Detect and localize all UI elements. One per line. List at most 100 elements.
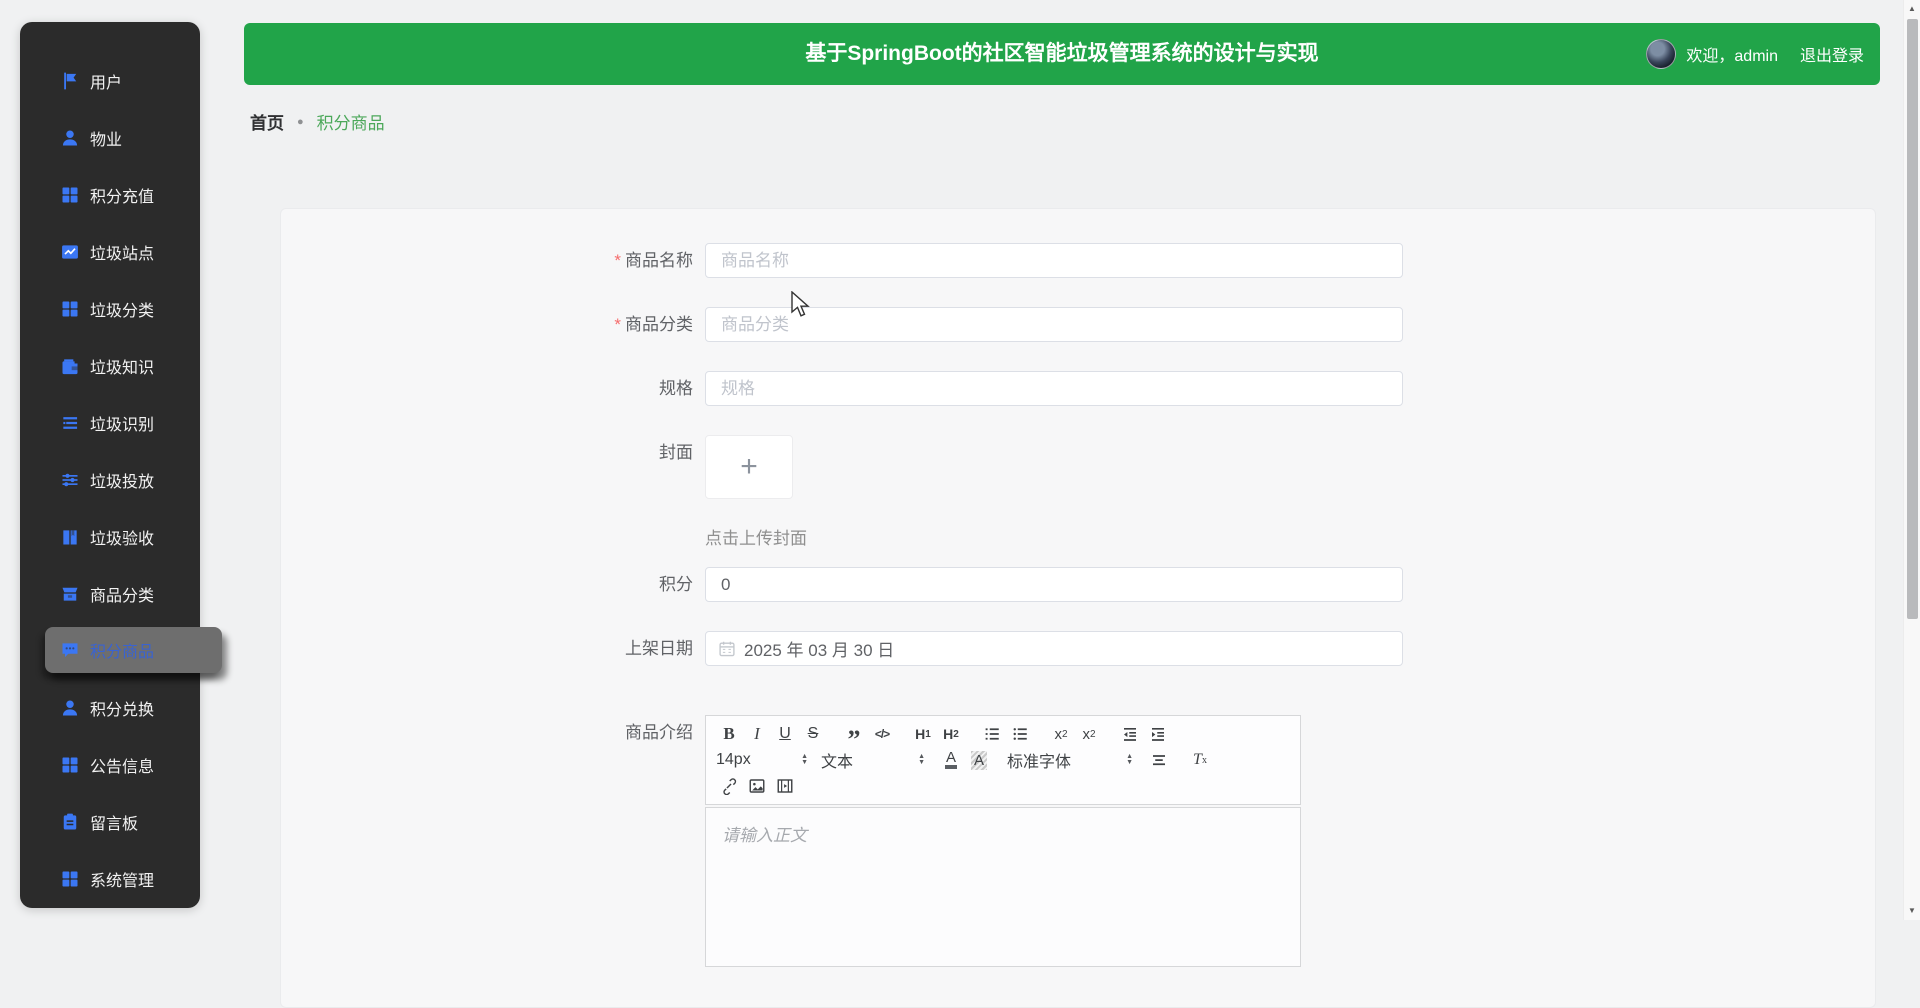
font-size-select[interactable]: 14px ▲ ▼ — [716, 751, 808, 769]
sidebar-item-garbage-category[interactable]: 垃圾分类 — [20, 280, 200, 337]
header-bar: 基于SpringBoot的社区智能垃圾管理系统的设计与实现 欢迎，admin 退… — [244, 23, 1880, 85]
sidebar-item-label: 留言板 — [90, 815, 139, 833]
font-family-select[interactable]: 标准字体 ▲ ▼ — [1007, 748, 1133, 772]
category-label: * 商品分类 — [614, 315, 693, 334]
clear-format-button[interactable]: Tx — [1187, 748, 1213, 772]
text-color-button[interactable]: A — [944, 750, 957, 769]
scroll-down-icon[interactable]: ▼ — [1904, 904, 1920, 918]
points-input[interactable] — [705, 567, 1403, 602]
header1-button[interactable]: H1 — [910, 722, 936, 746]
product-category-input[interactable] — [705, 307, 1403, 342]
sidebar-item-system-management[interactable]: 系统管理 — [20, 850, 200, 907]
format-select[interactable]: 文本 ▲ ▼ — [821, 748, 925, 772]
header-user-area: 欢迎，admin 退出登录 — [1646, 23, 1864, 85]
shop-icon — [60, 584, 80, 604]
insert-video-button[interactable] — [772, 774, 798, 798]
grid-icon — [60, 755, 80, 775]
breadcrumb: 首页 ● 积分商品 — [250, 109, 385, 134]
scrollbar-thumb[interactable] — [1907, 19, 1918, 619]
sidebar-item-users[interactable]: 用户 — [20, 52, 200, 109]
align-icon — [1150, 751, 1168, 769]
name-label: * 商品名称 — [614, 251, 693, 270]
sidebar-item-garbage-station[interactable]: 垃圾站点 — [20, 223, 200, 280]
sidebar-item-label: 用户 — [90, 74, 123, 92]
book-icon — [60, 527, 80, 547]
sidebar-item-property[interactable]: 物业 — [20, 109, 200, 166]
sidebar-item-label: 公告信息 — [90, 758, 155, 776]
code-button[interactable]: </> — [869, 722, 895, 746]
rich-text-editor: B I U S ” </> H1 H2 x2 x2 14px ▲ ▼ 文本 ▲ … — [705, 715, 1301, 967]
sidebar-item-label: 积分商品 — [90, 644, 155, 661]
bullet-list-button[interactable] — [1007, 722, 1033, 746]
chevron-updown-icon: ▲ ▼ — [918, 753, 925, 766]
form-row-cover: 封面 + 点击上传封面 — [281, 435, 1875, 549]
blockquote-button[interactable]: ” — [841, 727, 867, 753]
header2-button[interactable]: H2 — [938, 722, 964, 746]
highlight-color-button[interactable]: A — [970, 750, 987, 770]
scroll-up-icon[interactable]: ▲ — [1904, 2, 1920, 16]
italic-button[interactable]: I — [744, 722, 770, 746]
app-title: 基于SpringBoot的社区智能垃圾管理系统的设计与实现 — [805, 42, 1319, 65]
cover-label: 封面 — [659, 443, 693, 462]
breadcrumb-separator-icon: ● — [297, 115, 304, 128]
wallet-icon — [60, 356, 80, 376]
insert-image-button[interactable] — [744, 774, 770, 798]
required-asterisk: * — [614, 251, 621, 270]
superscript-button[interactable]: x2 — [1076, 722, 1102, 746]
sidebar-item-label: 物业 — [90, 131, 123, 149]
sidebar-item-product-category[interactable]: 商品分类 — [20, 565, 200, 622]
sidebar-item-label: 商品分类 — [90, 587, 155, 605]
underline-button[interactable]: U — [772, 722, 798, 746]
points-label: 积分 — [659, 575, 693, 594]
sidebar-item-garbage-recognition[interactable]: 垃圾识别 — [20, 394, 200, 451]
grid-icon — [60, 299, 80, 319]
logout-link[interactable]: 退出登录 — [1800, 42, 1864, 66]
product-name-input[interactable] — [705, 243, 1403, 278]
user-icon — [60, 698, 80, 718]
breadcrumb-home[interactable]: 首页 — [250, 109, 284, 134]
spec-input[interactable] — [705, 371, 1403, 406]
sidebar-item-label: 积分兑换 — [90, 701, 155, 719]
sidebar-item-label: 垃圾识别 — [90, 416, 155, 434]
username: admin — [1734, 48, 1778, 65]
required-asterisk: * — [614, 315, 621, 334]
sidebar-item-label: 积分充值 — [90, 188, 155, 206]
list-icon — [60, 413, 80, 433]
grid-icon — [60, 869, 80, 889]
sidebar-item-label: 垃圾验收 — [90, 530, 155, 548]
link-icon — [720, 777, 738, 795]
sidebar-item-label: 垃圾分类 — [90, 302, 155, 320]
form-row-date: 上架日期 2025 年 03 月 30 日 — [281, 631, 1875, 666]
form-card: *商品名称 *商品分类 规格 封面 + 点击上传封面 积分 — [280, 208, 1876, 1008]
editor-placeholder: 请输入正文 — [722, 826, 807, 845]
editor-body[interactable]: 请输入正文 — [705, 807, 1301, 967]
editor-toolbar: B I U S ” </> H1 H2 x2 x2 14px ▲ ▼ 文本 ▲ … — [705, 715, 1301, 805]
sidebar-item-label: 垃圾站点 — [90, 245, 155, 263]
ordered-list-button[interactable] — [979, 722, 1005, 746]
sidebar-item-points-recharge[interactable]: 积分充值 — [20, 166, 200, 223]
strikethrough-button[interactable]: S — [800, 722, 826, 746]
align-button[interactable] — [1146, 748, 1172, 772]
user-avatar — [1646, 39, 1677, 69]
outdent-button[interactable] — [1117, 722, 1143, 746]
sidebar-item-garbage-acceptance[interactable]: 垃圾验收 — [20, 508, 200, 565]
sidebar-item-announcement[interactable]: 公告信息 — [20, 736, 200, 793]
link-button[interactable] — [716, 774, 742, 798]
indent-button[interactable] — [1145, 722, 1171, 746]
sidebar-item-points-product[interactable]: 积分商品 — [45, 627, 222, 673]
cover-upload-box[interactable]: + — [705, 435, 793, 499]
bullet-list-icon — [1011, 725, 1029, 743]
shelf-date-picker[interactable]: 2025 年 03 月 30 日 — [705, 631, 1403, 666]
form-row-spec: 规格 — [281, 371, 1875, 406]
cover-upload-hint: 点击上传封面 — [705, 529, 807, 548]
sidebar-item-points-exchange[interactable]: 积分兑换 — [20, 679, 200, 736]
sidebar-item-garbage-knowledge[interactable]: 垃圾知识 — [20, 337, 200, 394]
clipboard-icon — [60, 812, 80, 832]
sidebar-item-label: 垃圾知识 — [90, 359, 155, 377]
subscript-button[interactable]: x2 — [1048, 722, 1074, 746]
sidebar-item-garbage-disposal[interactable]: 垃圾投放 — [20, 451, 200, 508]
sidebar-item-message-board[interactable]: 留言板 — [20, 793, 200, 850]
spec-label: 规格 — [659, 379, 693, 398]
form-row-intro: 商品介绍 B I U S ” </> H1 H2 x 2 x 2 14px ▲ … — [281, 715, 1875, 967]
bold-button[interactable]: B — [716, 722, 742, 746]
